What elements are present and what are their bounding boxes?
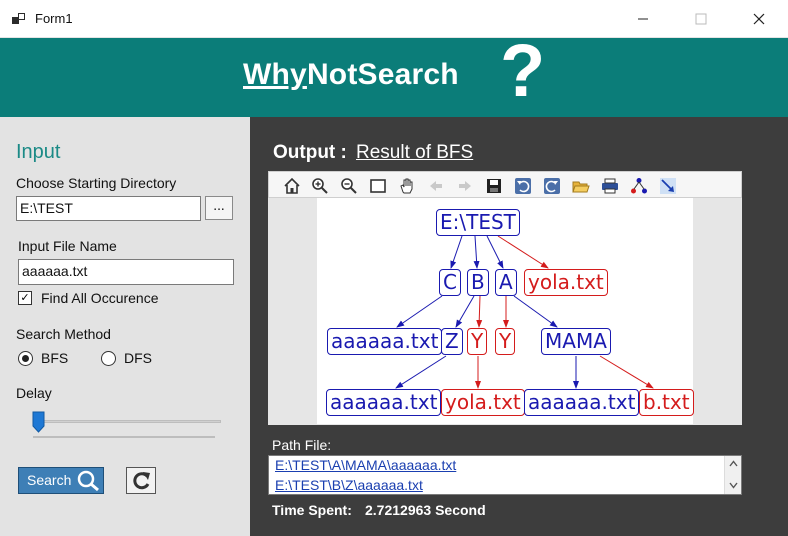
path-link[interactable]: E:\TEST\A\MAMA\aaaaaa.txt [275, 457, 456, 473]
magnifier-icon [77, 470, 99, 492]
node-y-a[interactable]: Y [495, 328, 516, 355]
find-all-label: Find All Occurence [41, 290, 159, 306]
search-button[interactable]: Search [18, 467, 104, 494]
maximize-button[interactable] [678, 0, 724, 38]
minimize-icon [638, 18, 648, 20]
undo-icon[interactable] [513, 176, 533, 196]
window-title: Form1 [35, 11, 73, 26]
minimize-button[interactable] [620, 0, 666, 38]
pan-hand-icon[interactable] [397, 176, 417, 196]
zoom-in-icon[interactable] [310, 176, 330, 196]
input-heading: Input [16, 141, 61, 163]
brand-underlined-part: Why [243, 58, 307, 91]
node-yola-2[interactable]: yola.txt [441, 389, 525, 416]
browse-button[interactable]: ... [205, 196, 233, 220]
path-list-scrollbar[interactable] [724, 456, 741, 494]
output-title: Output : [273, 142, 347, 163]
file-name-input[interactable]: aaaaaa.txt [18, 259, 234, 285]
node-b-txt[interactable]: b.txt [639, 389, 694, 416]
bfs-label: BFS [41, 350, 69, 366]
bfs-radio[interactable] [18, 351, 33, 366]
node-y-b[interactable]: Y [467, 328, 488, 355]
directory-label: Choose Starting Directory [16, 175, 177, 191]
save-icon[interactable] [484, 176, 504, 196]
node-b[interactable]: B [467, 269, 489, 296]
graph-toolbar [268, 171, 742, 198]
time-spent-label: Time Spent: [272, 502, 352, 518]
delay-slider-thumb[interactable] [32, 411, 45, 433]
node-file-c[interactable]: aaaaaa.txt [327, 328, 443, 355]
edit-edge-icon[interactable] [658, 176, 678, 196]
app-brand: WhyNotSearch [243, 58, 459, 92]
home-icon[interactable] [282, 176, 302, 196]
app-form-icon [12, 13, 25, 24]
brand-rest: NotSearch [306, 58, 459, 91]
print-icon[interactable] [600, 176, 620, 196]
file-name-label: Input File Name [18, 238, 117, 254]
zoom-window-icon[interactable] [368, 176, 388, 196]
node-a[interactable]: A [495, 269, 517, 296]
delay-label: Delay [16, 385, 52, 401]
dfs-radio[interactable] [101, 351, 116, 366]
chevron-up-icon[interactable] [729, 460, 738, 467]
refresh-icon [133, 472, 150, 490]
delay-slider-track[interactable] [33, 420, 221, 423]
maximize-icon [695, 13, 707, 25]
zoom-out-icon[interactable] [339, 176, 359, 196]
chevron-down-icon[interactable] [729, 482, 738, 489]
close-icon [753, 13, 765, 25]
redo-icon[interactable] [542, 176, 562, 196]
path-file-label: Path File: [272, 437, 332, 453]
close-button[interactable] [736, 0, 782, 38]
path-file-list[interactable]: E:\TEST\A\MAMA\aaaaaa.txt E:\TEST\B\Z\aa… [268, 455, 742, 495]
dfs-label: DFS [124, 350, 152, 366]
find-all-checkbox[interactable]: ✓ [18, 291, 32, 305]
delay-slider-ticks [33, 436, 215, 438]
forward-arrow-icon[interactable] [455, 176, 475, 196]
node-c[interactable]: C [439, 269, 461, 296]
node-mama[interactable]: MAMA [541, 328, 611, 355]
directory-input[interactable]: E:\TEST [16, 196, 201, 221]
search-button-label: Search [27, 472, 72, 488]
window-titlebar: Form1 [0, 0, 788, 38]
node-root[interactable]: E:\TEST [436, 209, 520, 236]
back-arrow-icon[interactable] [426, 176, 446, 196]
layout-icon[interactable] [629, 176, 649, 196]
node-z[interactable]: Z [441, 328, 463, 355]
path-link[interactable]: E:\TEST\B\Z\aaaaaa.txt [275, 477, 423, 493]
time-spent-value: 2.7212963 Second [365, 502, 486, 518]
node-file-mama[interactable]: aaaaaa.txt [524, 389, 640, 416]
refresh-button[interactable] [126, 467, 156, 494]
node-yola-1[interactable]: yola.txt [524, 269, 608, 296]
output-subtitle: Result of BFS [356, 142, 474, 163]
search-method-label: Search Method [16, 326, 111, 342]
node-file-z[interactable]: aaaaaa.txt [326, 389, 442, 416]
open-folder-icon[interactable] [571, 176, 591, 196]
question-mark-logo: ? [500, 29, 546, 112]
